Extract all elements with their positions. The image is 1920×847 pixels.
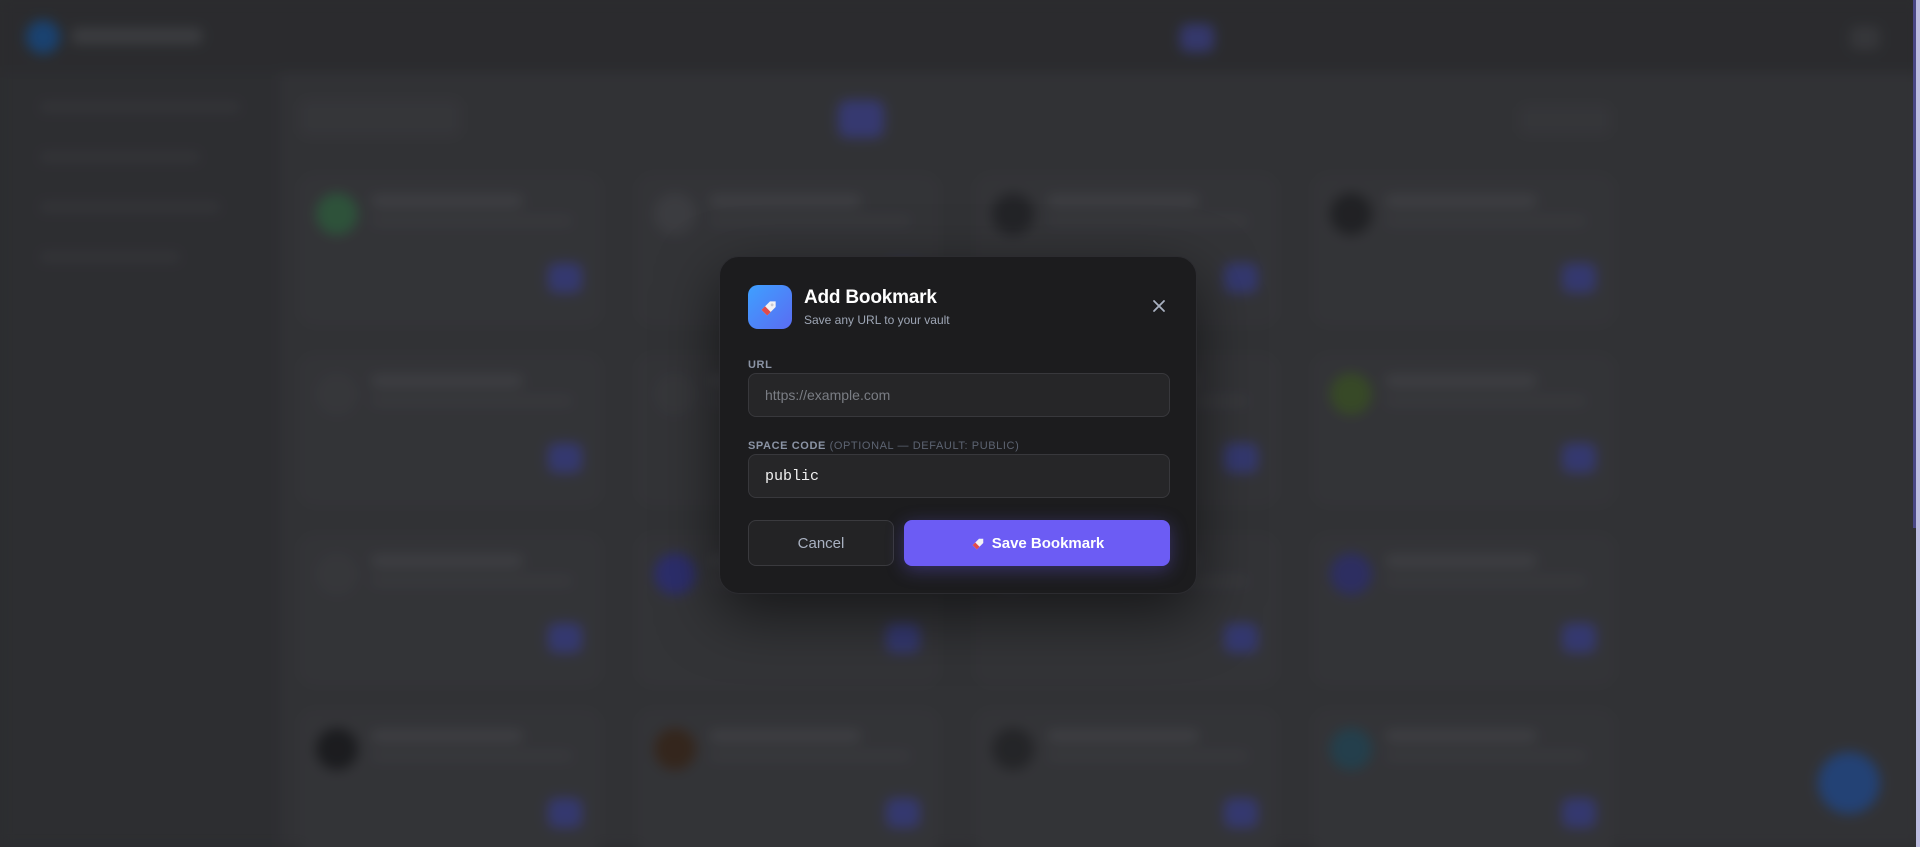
add-bookmark-modal: Add Bookmark Save any URL to your vault … [719,256,1197,594]
modal-subtitle: Save any URL to your vault [804,313,950,327]
save-bookmark-label: Save Bookmark [991,534,1105,552]
bookmark-tag-icon [970,534,988,552]
url-label: URL [748,359,773,371]
space-code-label: SPACE CODE (OPTIONAL — DEFAULT: PUBLIC) [748,440,1019,452]
space-code-optional-note: (OPTIONAL — DEFAULT: PUBLIC) [829,440,1020,452]
space-code-label-text: SPACE CODE [748,440,826,452]
space-code-input[interactable] [748,454,1170,498]
window-edge [1916,0,1920,847]
bookmark-tag-icon [748,285,792,329]
save-bookmark-button[interactable]: Save Bookmark [904,520,1170,566]
close-icon[interactable] [1148,295,1170,317]
cancel-button[interactable]: Cancel [748,520,894,566]
modal-title: Add Bookmark [804,287,937,308]
url-input[interactable] [748,373,1170,417]
